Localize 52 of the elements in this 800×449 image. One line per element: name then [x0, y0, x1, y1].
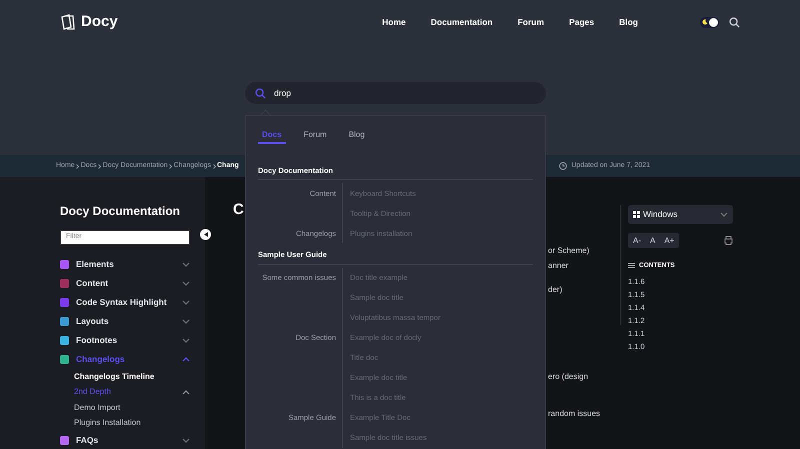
- nav-link[interactable]: Blog: [619, 16, 638, 28]
- caret-icon: [182, 390, 190, 395]
- nav-link[interactable]: Home: [382, 16, 406, 28]
- results-tab[interactable]: Blog: [344, 128, 369, 144]
- os-select[interactable]: Windows: [628, 205, 733, 224]
- sidebar-item[interactable]: Layouts: [60, 312, 190, 331]
- article-text: or Scheme): [548, 245, 590, 257]
- sidebar-item[interactable]: Elements: [60, 255, 190, 274]
- print-icon[interactable]: [724, 236, 734, 245]
- caret-icon: [182, 262, 190, 267]
- chevron-icon: [76, 164, 80, 168]
- results-tab[interactable]: Forum: [300, 128, 331, 144]
- sidebar-item[interactable]: Footnotes: [60, 331, 190, 350]
- list-icon: [628, 262, 635, 269]
- chevron-icon: [98, 164, 102, 168]
- article-text: ero (design: [548, 371, 588, 383]
- sidebar-subitem[interactable]: Demo Import: [60, 400, 190, 416]
- chevron-icon: [212, 164, 216, 168]
- caret-icon: [182, 357, 190, 362]
- nav-link[interactable]: Forum: [518, 16, 544, 28]
- article-text: anner: [548, 260, 568, 272]
- search-input[interactable]: drop: [274, 86, 474, 100]
- sidebar-title: Docy Documentation: [60, 203, 182, 220]
- caret-icon: [182, 300, 190, 305]
- search-field[interactable]: drop: [245, 82, 546, 104]
- moon-icon: [702, 19, 708, 25]
- clock-icon: [559, 162, 568, 170]
- caret-icon: [720, 212, 728, 217]
- nav-link[interactable]: Pages: [569, 16, 594, 28]
- font-size-button[interactable]: A-: [633, 234, 641, 246]
- search-icon: [255, 88, 266, 98]
- caret-icon: [182, 281, 190, 286]
- caret-icon: [182, 319, 190, 324]
- search-icon[interactable]: [729, 16, 740, 28]
- windows-logo-icon: [633, 211, 640, 218]
- dark-mode-toggle[interactable]: [700, 16, 719, 28]
- font-size-button[interactable]: A+: [664, 234, 674, 246]
- caret-icon: [182, 438, 190, 443]
- sidebar-subitem[interactable]: Plugins Installation: [60, 416, 190, 431]
- collapse-button[interactable]: [200, 229, 211, 240]
- sidebar-item[interactable]: Content: [60, 274, 190, 293]
- nav-link[interactable]: Documentation: [430, 16, 493, 28]
- article-heading: C: [233, 201, 244, 219]
- font-size-button[interactable]: A: [650, 234, 656, 246]
- sidebar-subitem[interactable]: Changelogs Timeline: [60, 369, 190, 384]
- article-text: random issues: [548, 408, 600, 420]
- article-text: der): [548, 284, 562, 296]
- sidebar-item[interactable]: FAQs: [60, 431, 190, 449]
- caret-icon: [182, 338, 190, 343]
- sidebar-item[interactable]: Code Syntax Highlight: [60, 293, 190, 312]
- chevron-icon: [169, 164, 172, 168]
- logo[interactable]: Docy: [60, 10, 118, 34]
